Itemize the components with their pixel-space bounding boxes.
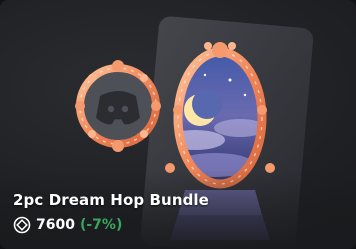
price-value: 7600: [36, 217, 75, 233]
discord-logo-icon: [96, 91, 140, 125]
discount-badge: (-7%): [79, 217, 123, 233]
orb-icon: [13, 216, 31, 234]
avatar-decoration-preview: [75, 60, 161, 152]
bundle-title: 2pc Dream Hop Bundle: [13, 191, 209, 209]
bundle-preview-image: [0, 16, 356, 249]
bundle-card[interactable]: 2pc Dream Hop Bundle 7600 (-7%): [0, 0, 356, 249]
price-row: 7600 (-7%): [13, 216, 122, 234]
